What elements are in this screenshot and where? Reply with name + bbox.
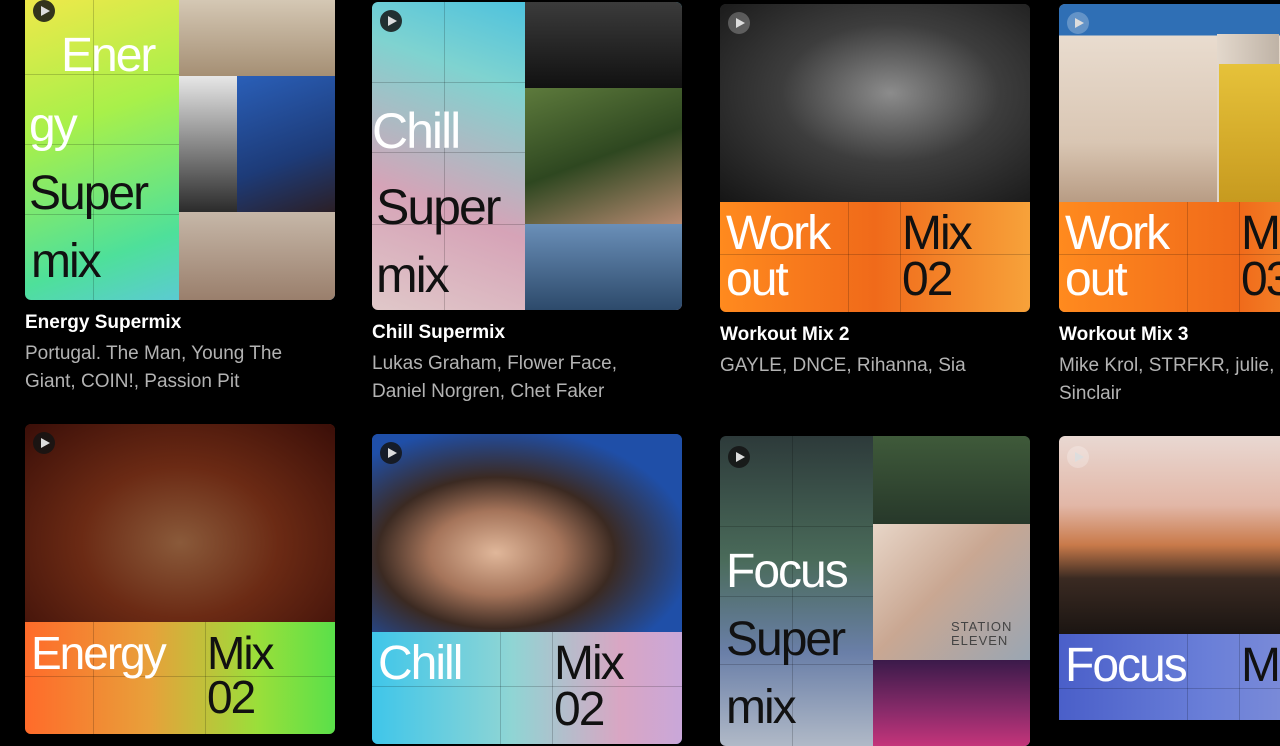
artist-photo	[25, 424, 335, 622]
cover-word: Work	[1065, 207, 1170, 260]
cover-word: Super	[726, 613, 846, 666]
play-icon[interactable]	[33, 432, 55, 454]
playlist-cover[interactable]: Chill Mix 02	[372, 434, 682, 744]
playlist-cover[interactable]: Energy Mix 02	[25, 424, 335, 734]
artist-photo	[720, 4, 1030, 202]
cover-word: mix	[726, 681, 797, 734]
play-icon[interactable]	[1067, 12, 1089, 34]
playlist-title[interactable]: Workout Mix 2	[720, 324, 850, 346]
play-icon[interactable]	[728, 446, 750, 468]
cover-word: M	[1241, 639, 1280, 692]
poster-title: STATION ELEVEN	[951, 619, 1013, 648]
playlist-cover[interactable]: STATION ELEVEN Focus Super mix	[720, 436, 1030, 746]
cover-word: 02	[207, 671, 256, 723]
cover-word: Mix	[902, 207, 973, 260]
playlist-card-workout-mix-2[interactable]: Work out Mix 02 Workout Mix 2 GAYLE, DNC…	[0, 0, 1040, 400]
cover-word: Mix	[554, 637, 625, 690]
artist-photo	[873, 660, 1030, 746]
cover-word: Work	[726, 207, 831, 260]
playlist-cover[interactable]: Focus M	[1059, 436, 1280, 720]
cover-word: out	[726, 253, 789, 306]
playlist-card-workout-mix-3[interactable]: Work out M 03 Workout Mix 3 Mike Krol, S…	[1059, 0, 1280, 410]
playlist-card-chill-mix-02[interactable]: Chill Mix 02	[372, 434, 682, 744]
playlist-cover[interactable]: Work out M 03	[1059, 4, 1280, 312]
artist-photo	[873, 436, 1030, 524]
artist-photo	[372, 434, 682, 632]
cover-word: 02	[554, 683, 605, 736]
playlist-cover[interactable]: Work out Mix 02	[720, 4, 1030, 312]
cover-word: Mix	[207, 627, 275, 679]
play-icon[interactable]	[1067, 446, 1089, 468]
cover-word: 03	[1241, 253, 1280, 306]
artist-photo: STATION ELEVEN	[873, 524, 1030, 660]
cover-word: Chill	[378, 637, 463, 690]
cover-word: M	[1241, 207, 1280, 260]
artist-photo	[1059, 436, 1280, 634]
cover-word: Energy	[31, 627, 167, 679]
playlist-card-focus-supermix[interactable]: STATION ELEVEN Focus Super mix	[720, 436, 1030, 746]
play-icon[interactable]	[728, 12, 750, 34]
cover-word: out	[1065, 253, 1128, 306]
playlist-card-focus-mix[interactable]: Focus M	[1059, 436, 1280, 720]
cover-word: Focus	[1065, 639, 1188, 692]
playlist-artists: GAYLE, DNCE, Rihanna, Sia	[720, 355, 966, 376]
artist-photo	[1219, 64, 1280, 202]
cover-word: 02	[902, 253, 953, 306]
playlist-card-energy-mix-02[interactable]: Energy Mix 02	[25, 424, 335, 734]
playlist-title[interactable]: Workout Mix 3	[1059, 324, 1189, 346]
play-icon[interactable]	[380, 442, 402, 464]
playlist-artists: Mike Krol, STRFKR, julie, Sinclair	[1059, 355, 1275, 404]
cover-word: Focus	[726, 545, 849, 598]
